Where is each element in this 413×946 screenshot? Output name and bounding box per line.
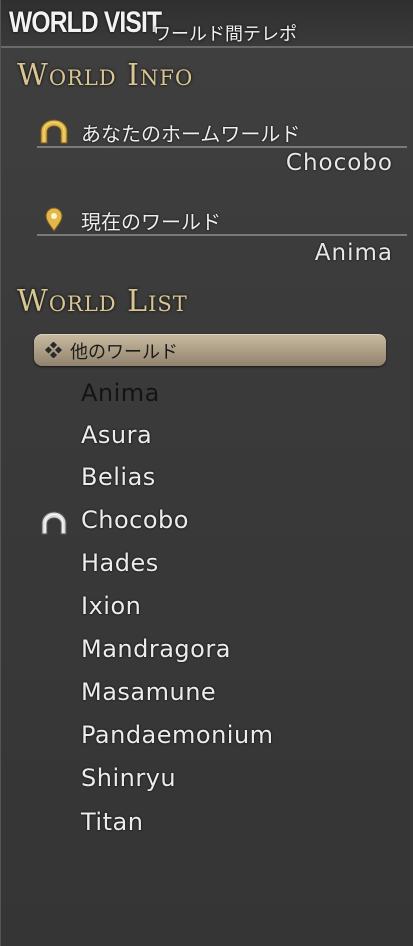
- world-name: Asura: [81, 421, 153, 449]
- world-list-heading: World List: [17, 284, 188, 319]
- world-item-belias[interactable]: Belias: [37, 458, 377, 498]
- world-item-titan[interactable]: Titan: [37, 803, 377, 843]
- world-name: Shinryu: [81, 764, 177, 792]
- world-item-masamune[interactable]: Masamune: [37, 673, 377, 713]
- world-name: Belias: [81, 463, 156, 491]
- world-item-shinryu[interactable]: Shinryu: [37, 759, 377, 799]
- current-world-value: Anima: [314, 240, 393, 266]
- world-item-hades[interactable]: Hades: [37, 544, 377, 584]
- world-name: Chocobo: [81, 506, 189, 534]
- world-name: Pandaemonium: [81, 721, 274, 749]
- home-world-value: Chocobo: [285, 150, 393, 176]
- world-visit-window: WORLD VISIT ワールド間テレポ World Info あなたのホームワ…: [0, 0, 413, 946]
- window-subtitle: ワールド間テレポ: [153, 24, 297, 45]
- world-item-pandaemonium[interactable]: Pandaemonium: [37, 716, 377, 756]
- category-label: 他のワールド: [70, 342, 178, 363]
- world-info-heading: World Info: [17, 58, 194, 93]
- other-worlds-category[interactable]: 他のワールド: [34, 334, 386, 366]
- world-name: Ixion: [81, 592, 142, 620]
- world-name: Mandragora: [81, 635, 231, 663]
- world-item-mandragora[interactable]: Mandragora: [37, 630, 377, 670]
- map-pin-icon: [45, 207, 63, 232]
- world-name: Titan: [81, 808, 144, 836]
- home-arch-icon: [40, 119, 68, 144]
- current-world-label: 現在のワールド: [81, 210, 221, 234]
- current-world-row: 現在のワールド: [37, 204, 407, 236]
- home-world-label: あなたのホームワールド: [81, 122, 301, 146]
- world-item-anima[interactable]: Anima: [37, 374, 377, 414]
- home-world-row: あなたのホームワールド: [37, 116, 407, 148]
- title-bar: WORLD VISIT ワールド間テレポ: [1, 0, 413, 48]
- world-item-ixion[interactable]: Ixion: [37, 587, 377, 627]
- world-item-asura[interactable]: Asura: [37, 416, 377, 456]
- world-name: Masamune: [81, 678, 217, 706]
- world-item-chocobo[interactable]: Chocobo: [37, 501, 377, 541]
- world-name: Hades: [81, 549, 159, 577]
- home-world-marker-icon: [41, 511, 67, 535]
- diamond-cluster-icon: [44, 342, 63, 358]
- world-name: Anima: [81, 379, 160, 407]
- window-title: WORLD VISIT: [9, 6, 162, 39]
